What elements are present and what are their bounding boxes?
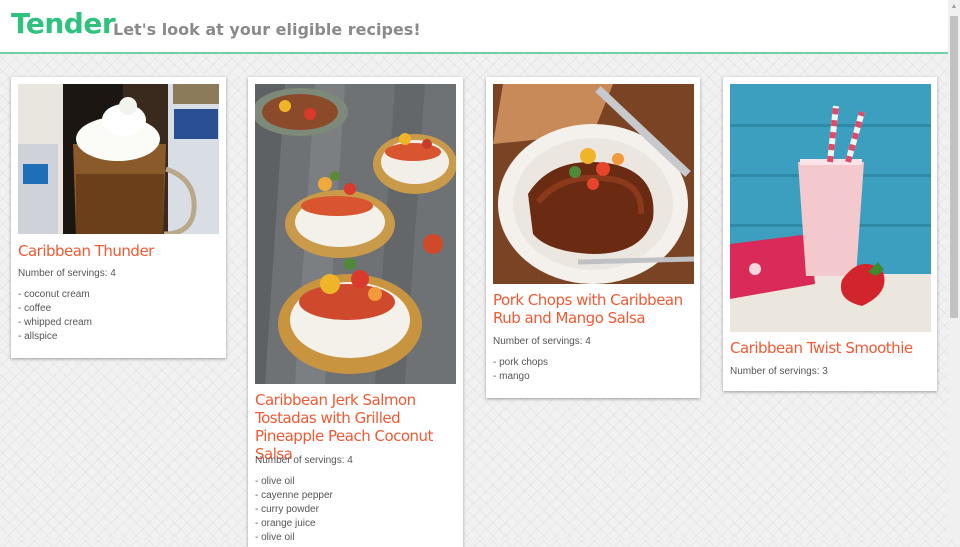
- recipe-card-jerk-salmon-tostadas[interactable]: Caribbean Jerk Salmon Tostadas with Gril…: [248, 77, 463, 547]
- recipe-servings: Number of servings: 3: [730, 366, 828, 377]
- scroll-up-arrow-icon[interactable]: ▲: [948, 0, 960, 14]
- ingredient-item: - mango: [493, 371, 530, 382]
- ingredient-item: - coffee: [18, 303, 52, 314]
- ingredient-item: - whipped cream: [18, 317, 92, 328]
- ingredient-list: - olive oil - cayenne pepper - curry pow…: [255, 475, 333, 545]
- ingredient-item: - cayenne pepper: [255, 490, 333, 501]
- recipe-title[interactable]: Pork Chops with Caribbean Rub and Mango …: [493, 291, 697, 327]
- recipe-image: [255, 84, 456, 384]
- ingredient-item: - olive oil: [255, 532, 295, 543]
- recipe-card-caribbean-thunder[interactable]: Caribbean Thunder Number of servings: 4 …: [11, 77, 226, 358]
- ingredient-list: - coconut cream - coffee - whipped cream…: [18, 288, 92, 344]
- ingredient-item: - olive oil: [255, 476, 295, 487]
- recipe-servings: Number of servings: 4: [18, 268, 116, 279]
- servings-value: 3: [822, 366, 828, 377]
- recipe-title[interactable]: Caribbean Twist Smoothie: [730, 339, 934, 357]
- page-scrollbar[interactable]: ▲: [948, 0, 960, 540]
- servings-label: Number of servings:: [255, 455, 348, 466]
- scrollbar-thumb[interactable]: [950, 16, 958, 318]
- ingredient-item: - curry powder: [255, 504, 319, 515]
- ingredient-list: - pork chops - mango: [493, 356, 548, 384]
- servings-label: Number of servings:: [18, 268, 111, 279]
- ingredient-item: - coconut cream: [18, 289, 90, 300]
- servings-value: 4: [585, 336, 591, 347]
- app-logo[interactable]: Tender: [11, 7, 116, 40]
- recipe-servings: Number of servings: 4: [493, 336, 591, 347]
- recipe-card-caribbean-twist-smoothie[interactable]: Caribbean Twist Smoothie Number of servi…: [723, 77, 937, 391]
- ingredient-item: - pork chops: [493, 357, 549, 368]
- page-tagline: Let's look at your eligible recipes!: [113, 20, 421, 39]
- servings-value: 4: [347, 455, 353, 466]
- recipe-image: [18, 84, 219, 234]
- servings-value: 4: [110, 268, 116, 279]
- servings-label: Number of servings:: [493, 336, 586, 347]
- recipe-card-pork-chops[interactable]: Pork Chops with Caribbean Rub and Mango …: [486, 77, 700, 398]
- recipe-servings: Number of servings: 4: [255, 455, 353, 466]
- recipe-image: [493, 84, 694, 284]
- recipe-title[interactable]: Caribbean Thunder: [18, 242, 222, 260]
- ingredient-item: - allspice: [18, 331, 58, 342]
- recipe-image: [730, 84, 931, 332]
- ingredient-item: - orange juice: [255, 518, 316, 529]
- servings-label: Number of servings:: [730, 366, 823, 377]
- recipe-title[interactable]: Caribbean Jerk Salmon Tostadas with Gril…: [255, 391, 459, 463]
- app-header: Tender Let's look at your eligible recip…: [0, 0, 948, 54]
